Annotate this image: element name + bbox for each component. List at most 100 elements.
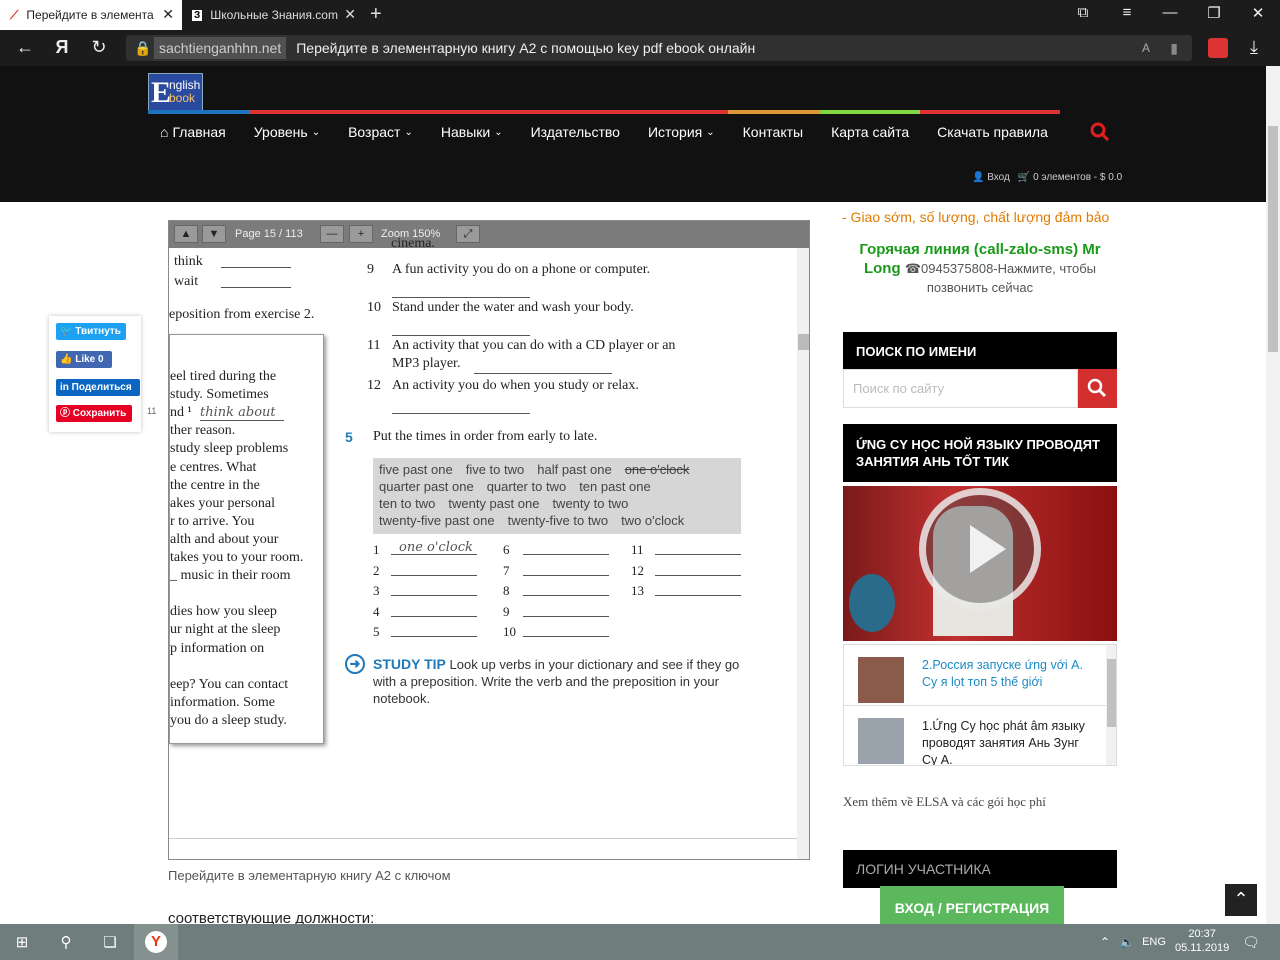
search-input[interactable]: Поиск по сайту (843, 369, 1078, 408)
answer-number: 10 (503, 624, 516, 639)
next-page-button[interactable]: ▼ (202, 225, 226, 243)
menu-icon[interactable]: ≡ (1112, 4, 1142, 21)
zoom-out-button[interactable]: — (320, 225, 344, 243)
url-field[interactable]: 🔒 sachtienganhhn.net Перейдите в элемент… (126, 35, 1192, 61)
logo-line2: book (169, 91, 196, 105)
chevron-up-icon[interactable]: ⌃ (1094, 924, 1116, 960)
pinterest-save-button[interactable]: ⓟ Сохранить (56, 405, 132, 422)
search-icon[interactable] (1090, 122, 1110, 142)
left-page-line: r to arrive. You (170, 513, 255, 529)
site-logo[interactable]: E nglish book (148, 73, 203, 113)
task-view-icon[interactable]: ❏ (88, 924, 132, 960)
pdf-viewer: ▲ ▼ Page 15 / 113 — + Zoom 150% ⤢ cinema… (168, 220, 810, 860)
word-box-item: five to two (465, 462, 525, 477)
close-tab-icon[interactable]: ✕ (162, 6, 174, 23)
menu-item[interactable]: Контакты (743, 124, 803, 140)
viewer-scrollbar[interactable] (797, 248, 809, 859)
hotline[interactable]: Горячая линия (call-zalo-sms) Mr Long ☎0… (843, 240, 1117, 297)
bookmark-icon[interactable]: ▮ (1170, 40, 1178, 57)
menu-item[interactable]: Навыки ⌄ (441, 124, 503, 140)
volume-icon[interactable]: 🔈 (1116, 924, 1138, 960)
scroll-top-icon[interactable]: ⌃ (1225, 884, 1257, 916)
url-page-title: Перейдите в элементарную книгу A2 с помо… (296, 40, 756, 56)
fullscreen-button[interactable]: ⤢ (456, 225, 480, 243)
handwritten-answer: think about (200, 405, 284, 421)
menu-item[interactable]: История ⌄ (648, 124, 715, 140)
new-tab-icon[interactable]: + (370, 3, 382, 26)
more-link[interactable]: Xem thêm về ELSA và các gói học phí (843, 794, 1046, 810)
answer-blank (391, 625, 477, 642)
back-icon[interactable]: ← (12, 37, 38, 58)
prev-page-button[interactable]: ▲ (174, 225, 198, 243)
scrollbar-thumb[interactable] (798, 334, 809, 350)
zoom-in-button[interactable]: + (349, 225, 373, 243)
windows-taskbar: ⊞ ⚲ ❏ Y ⌃ 🔈 ENG 20:37 05.11.2019 🗨 (0, 924, 1280, 960)
answer-blank (523, 584, 609, 601)
menu-color-segment (340, 110, 430, 114)
clock[interactable]: 20:37 05.11.2019 (1175, 927, 1229, 955)
chevron-down-icon: ⌄ (494, 126, 503, 138)
bookmark-manager-icon[interactable]: ⧉ (1068, 4, 1098, 21)
scrollbar-thumb[interactable] (1107, 659, 1116, 727)
home-icon: ⌂ (160, 124, 169, 140)
word-box-item: twenty-five to two (507, 513, 609, 528)
playlist-scrollbar[interactable] (1106, 645, 1116, 765)
yandex-icon[interactable]: Я (49, 37, 75, 58)
restore-icon[interactable]: ❐ (1199, 4, 1229, 22)
browser-tab[interactable]: З Школьные Знания.com - Р ✕ (184, 0, 364, 30)
login-label: Вход (987, 172, 1010, 183)
tab-title: Школьные Знания.com - Р (210, 8, 338, 22)
collections-icon[interactable] (1208, 38, 1228, 58)
account-row: 👤 Вход 🛒 0 элементов - $ 0.0 (972, 172, 1122, 183)
download-icon[interactable]: ⤓ (1241, 37, 1267, 58)
menu-color-segment (820, 110, 920, 114)
notification-icon[interactable]: 🗨 (1236, 924, 1266, 960)
menu-item-label: Навыки (440, 124, 491, 140)
item-text: An activity you do when you study or rel… (392, 378, 639, 393)
left-word: think (174, 254, 203, 269)
cart-link[interactable]: 🛒 0 элементов - $ 0.0 (1018, 172, 1122, 183)
znanija-favicon-icon: З (192, 9, 203, 21)
search-icon[interactable]: ⚲ (44, 924, 88, 960)
menu-item[interactable]: Скачать правила (937, 124, 1048, 140)
answer-number: 2 (373, 562, 380, 578)
facebook-like-button[interactable]: 👍 Like 0 (56, 351, 112, 368)
logo-letter: E (151, 76, 172, 109)
left-page-line: study. Sometimes (170, 387, 269, 403)
close-window-icon[interactable]: ✕ (1243, 4, 1273, 22)
word-box-item: twenty to two (552, 496, 629, 511)
page-scrollbar[interactable] (1266, 66, 1280, 924)
logo-line1: nglish (169, 78, 201, 92)
language-indicator[interactable]: ENG (1140, 924, 1168, 960)
login-heading: ЛОГИН УЧАСТНИКА (843, 850, 1117, 888)
left-word: wait (174, 274, 199, 289)
answer-blank (655, 584, 741, 601)
playlist-item[interactable]: 2.Россия запуске ứng với А. Су я lọt топ… (844, 645, 1106, 705)
close-tab-icon[interactable]: ✕ (344, 6, 356, 23)
minimize-icon[interactable]: — (1155, 4, 1185, 21)
reload-icon[interactable]: ↻ (86, 37, 112, 58)
menu-item[interactable]: Карта сайта (831, 124, 909, 140)
translate-icon[interactable]: A (1142, 41, 1150, 55)
windows-start-icon[interactable]: ⊞ (0, 924, 44, 960)
playlist-item[interactable]: 1.Ứng Су học phát âm языку проводят заня… (844, 705, 1106, 765)
url-domain: sachtienganhhn.net (154, 37, 287, 59)
twitter-share-button[interactable]: 🐦 Твитнуть (56, 323, 126, 340)
word-box-item: ten to two (379, 496, 436, 511)
linkedin-share-button[interactable]: in Поделиться (56, 379, 140, 396)
menu-item[interactable]: ⌂ Главная (160, 124, 226, 140)
play-button[interactable] (919, 488, 1041, 610)
item-number: 12 (367, 378, 381, 393)
browser-tab-active[interactable]: ⟋ Перейдите в элементар ✕ (0, 0, 182, 30)
search-button[interactable] (1078, 369, 1117, 408)
menu-color-segment (250, 110, 340, 114)
answer-number: 1 (373, 542, 380, 557)
scrollbar-thumb[interactable] (1268, 126, 1278, 352)
menu-item[interactable]: Возраст ⌄ (348, 124, 413, 140)
login-link[interactable]: 👤 Вход (972, 172, 1010, 183)
menu-item[interactable]: Уровень ⌄ (254, 124, 320, 140)
menu-item[interactable]: Издательство (531, 124, 620, 140)
register-button[interactable]: ВХОД / РЕГИСТРАЦИЯ (880, 886, 1064, 924)
yandex-browser-icon[interactable]: Y (134, 924, 178, 960)
video-player[interactable] (843, 486, 1117, 641)
